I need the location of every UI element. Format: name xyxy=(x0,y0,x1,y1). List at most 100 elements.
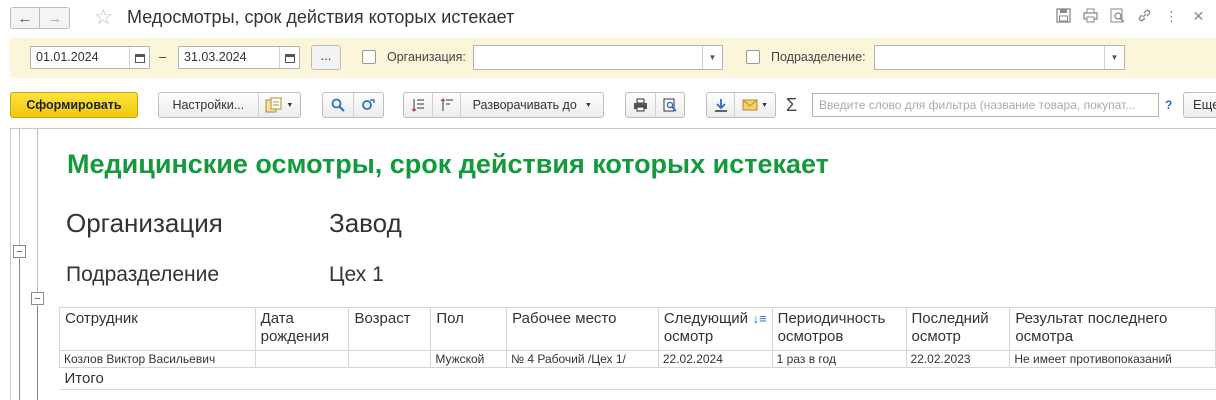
column-header[interactable]: Результат последнего осмотра xyxy=(1009,307,1216,351)
birth-date-cell[interactable] xyxy=(254,350,350,368)
expand-to-button[interactable]: Разворачивать до ▼ xyxy=(461,93,603,117)
result-cell[interactable]: Не имеет противопоказаний xyxy=(1009,350,1216,368)
report-variant-icon xyxy=(265,97,282,113)
dropdown-arrow-icon: ▼ xyxy=(761,101,769,109)
total-row[interactable]: Итого xyxy=(59,367,1216,390)
department-checkbox[interactable] xyxy=(746,50,760,64)
link-icon[interactable] xyxy=(1137,8,1152,24)
send-email-button[interactable]: ▼ xyxy=(735,93,775,117)
column-header[interactable]: Возраст xyxy=(348,307,432,351)
expand-to-label: Разворачивать до xyxy=(472,98,577,112)
next-exam-cell[interactable]: 22.02.2024 xyxy=(657,350,773,368)
department-header-value: Цех 1 xyxy=(329,263,384,286)
department-label: Подразделение: xyxy=(771,50,866,64)
department-header-label: Подразделение xyxy=(66,263,220,286)
more-button[interactable]: Еще xyxy=(1183,92,1216,118)
print-icon[interactable] xyxy=(1083,8,1098,24)
sex-cell[interactable]: Мужской xyxy=(430,350,508,368)
workplace-cell[interactable]: № 4 Рабочий /Цех 1/ xyxy=(506,350,659,368)
organization-header-label: Организация xyxy=(66,208,223,238)
table-header-row: Сотрудник Дата рождения Возраст Пол Рабо… xyxy=(59,307,1216,351)
column-header-sorted[interactable]: ↓≡ Следующий осмотр xyxy=(657,307,773,351)
print-group xyxy=(625,92,685,118)
save-to-file-button[interactable] xyxy=(707,93,734,117)
age-cell[interactable] xyxy=(348,350,432,368)
printer-icon xyxy=(633,98,647,112)
find-next-button[interactable] xyxy=(354,93,384,117)
collapse-group-icon[interactable]: – xyxy=(13,245,26,258)
date-to-field[interactable]: 31.03.2024 xyxy=(178,46,300,69)
search-next-icon xyxy=(362,99,375,110)
chevron-down-icon[interactable]: ▼ xyxy=(1104,46,1124,69)
generate-button[interactable]: Сформировать xyxy=(10,92,138,118)
print-button[interactable] xyxy=(626,93,655,117)
collapse-rows-icon xyxy=(440,98,453,111)
find-button[interactable] xyxy=(323,93,353,117)
group-tree-line xyxy=(19,259,20,400)
search-icon xyxy=(331,98,345,112)
total-label: Итого xyxy=(59,367,256,390)
table-row[interactable]: Козлов Виктор Васильевич Мужской № 4 Раб… xyxy=(59,350,1216,368)
department-select[interactable]: ▼ xyxy=(874,45,1125,70)
help-icon[interactable]: ? xyxy=(1165,98,1172,112)
date-from-value: 01.01.2024 xyxy=(36,50,99,64)
collapse-group-icon[interactable]: – xyxy=(31,292,44,305)
date-from-field[interactable]: 01.01.2024 xyxy=(30,46,150,69)
organization-checkbox[interactable] xyxy=(362,50,376,64)
column-header[interactable]: Сотрудник xyxy=(59,307,256,351)
forward-button[interactable]: → xyxy=(40,7,70,29)
arrow-right-icon: → xyxy=(47,9,62,27)
arrow-left-icon: ← xyxy=(17,9,33,27)
organization-label: Организация: xyxy=(387,50,466,64)
group-tree-line xyxy=(37,306,38,400)
print-preview-button[interactable] xyxy=(656,93,685,117)
select-period-button[interactable]: ... xyxy=(311,45,341,70)
employee-cell[interactable]: Козлов Виктор Васильевич xyxy=(59,350,256,368)
organization-header-value: Завод xyxy=(329,208,402,238)
filter-panel: 01.01.2024 – 31.03.2024 ... Организация:… xyxy=(10,38,1216,78)
collapse-all-button[interactable] xyxy=(433,93,461,117)
report-table: Сотрудник Дата рождения Возраст Пол Рабо… xyxy=(59,307,1216,390)
calendar-icon[interactable] xyxy=(129,47,149,68)
title-bar: ← → ☆ Медосмотры, срок действия которых … xyxy=(0,0,1216,36)
report-toolbar: Сформировать Настройки... ▼ Разворачиват… xyxy=(0,88,1216,122)
print-preview-icon xyxy=(663,98,677,112)
back-button[interactable]: ← xyxy=(10,7,40,29)
column-header[interactable]: Дата рождения xyxy=(254,307,350,351)
settings-button[interactable]: Настройки... xyxy=(159,93,258,117)
export-group: ▼ xyxy=(706,92,776,118)
organization-select[interactable]: ▼ xyxy=(473,45,723,70)
favorite-star-icon[interactable]: ☆ xyxy=(94,5,113,30)
periodicity-cell[interactable]: 1 раз в год xyxy=(771,350,907,368)
settings-group: Настройки... ▼ xyxy=(158,92,301,118)
envelope-icon xyxy=(742,99,758,111)
calendar-icon[interactable] xyxy=(279,47,299,68)
column-header[interactable]: Последний осмотр xyxy=(905,307,1011,351)
column-header-label: Следующий осмотр xyxy=(663,310,749,345)
title-actions: ⋮ ✕ xyxy=(1056,8,1206,24)
close-icon[interactable]: ✕ xyxy=(1191,8,1206,24)
column-header[interactable]: Периодичность осмотров xyxy=(771,307,907,351)
period-dash: – xyxy=(159,49,167,64)
more-vertical-icon[interactable]: ⋮ xyxy=(1164,8,1179,24)
filter-search-input[interactable]: Введите слово для фильтра (название това… xyxy=(812,93,1159,117)
expand-all-button[interactable] xyxy=(404,93,432,117)
sort-ascending-icon: ↓≡ xyxy=(752,311,767,326)
dropdown-arrow-icon: ▼ xyxy=(584,101,592,109)
sum-icon[interactable]: Σ xyxy=(786,95,797,116)
column-header[interactable]: Пол xyxy=(430,307,508,351)
variants-button[interactable]: ▼ xyxy=(259,93,300,117)
report-title: Медицинские осмотры, срок действия котор… xyxy=(67,149,829,179)
preview-icon[interactable] xyxy=(1110,8,1125,24)
window-title: Медосмотры, срок действия которых истека… xyxy=(127,7,515,27)
dropdown-arrow-icon: ▼ xyxy=(286,101,294,109)
column-header[interactable]: Рабочее место xyxy=(506,307,659,351)
expand-rows-icon xyxy=(411,99,424,112)
download-icon xyxy=(714,99,727,112)
grouping-group: Разворачивать до ▼ xyxy=(403,92,604,118)
report-sheet: – – Медицинские осмотры, срок действия к… xyxy=(10,128,1216,400)
chevron-down-icon[interactable]: ▼ xyxy=(702,46,722,69)
search-group xyxy=(322,92,384,118)
last-exam-cell[interactable]: 22.02.2023 xyxy=(905,350,1011,368)
save-icon[interactable] xyxy=(1056,8,1071,24)
